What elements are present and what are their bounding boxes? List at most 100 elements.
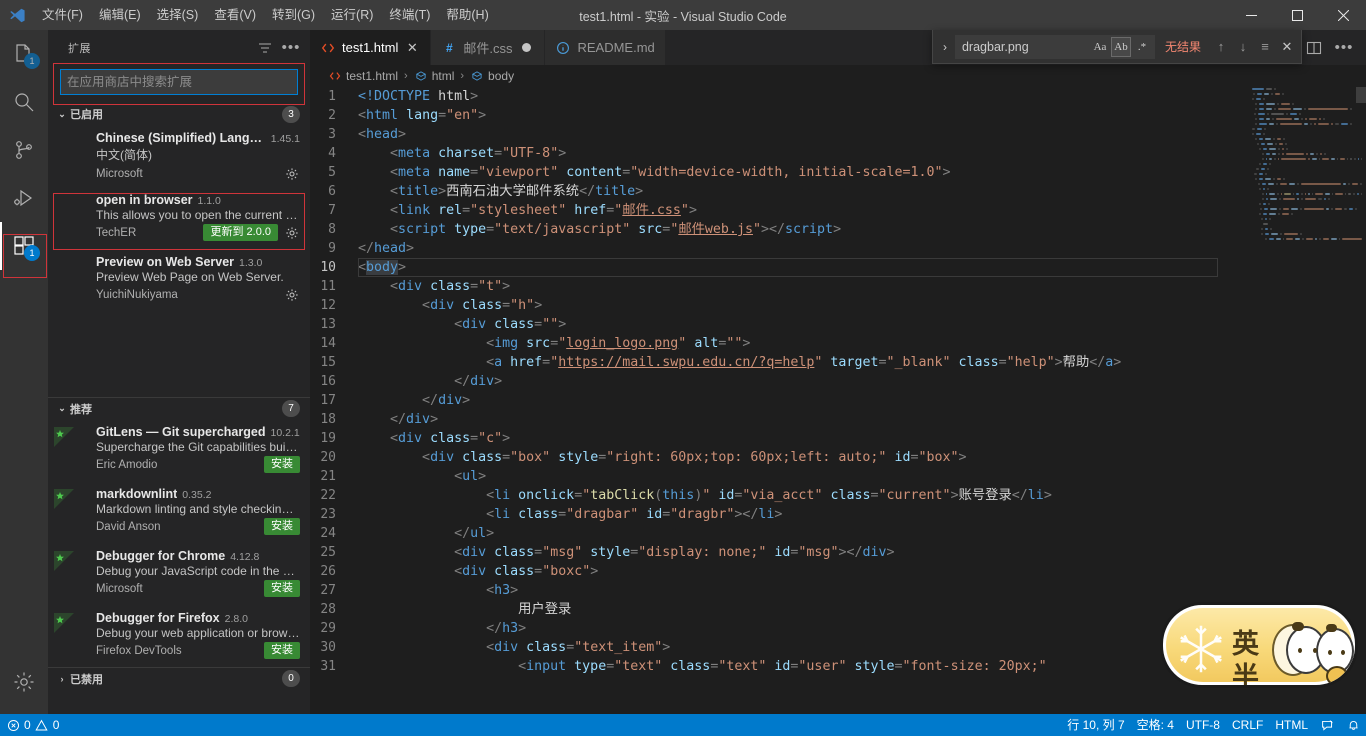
code-line[interactable]: 31 <input type="text" class="text" id="u… — [310, 657, 1246, 676]
code-line[interactable]: 18 </div> — [310, 410, 1246, 429]
extension-item[interactable]: Debugger for Chrome 4.12.8 Debug your Ja… — [48, 543, 310, 605]
minimize-icon[interactable] — [1228, 0, 1274, 30]
extension-item[interactable]: Debugger for Firefox 2.8.0 Debug your we… — [48, 605, 310, 667]
code-line[interactable]: 2 <html lang="en"> — [310, 106, 1246, 125]
code-line[interactable]: 24 </ul> — [310, 524, 1246, 543]
code-line[interactable]: 6 <title>西南石油大学邮件系统</title> — [310, 182, 1246, 201]
code-line[interactable]: 3 <head> — [310, 125, 1246, 144]
extensions-list[interactable]: ⌄ 已启用 3 Chinese (Simplified) Languag... … — [48, 103, 310, 714]
code-line[interactable]: 19 <div class="c"> — [310, 429, 1246, 448]
extension-item[interactable]: Chinese (Simplified) Languag... 1.45.1 中… — [48, 125, 310, 187]
code-line[interactable]: 15 <a href="https://mail.swpu.edu.cn/?q=… — [310, 353, 1246, 372]
code-lines[interactable]: 1 <!DOCTYPE html> 2 <html lang="en"> 3 <head>… — [310, 87, 1246, 676]
activity-item-manage[interactable] — [0, 658, 48, 706]
status-editor-language[interactable]: HTML — [1269, 714, 1314, 736]
code-line[interactable]: 27 <h3> — [310, 581, 1246, 600]
status-send-feedback[interactable] — [1314, 714, 1340, 736]
activity-item-extensions[interactable]: 1 — [0, 222, 48, 270]
search-input[interactable] — [60, 69, 298, 95]
code-line[interactable]: 29 </h3> — [310, 619, 1246, 638]
activity-item-search[interactable] — [0, 78, 48, 126]
split-editor-icon[interactable] — [1300, 34, 1328, 62]
find-input-box[interactable]: Aa Ab .* — [954, 34, 1155, 59]
code-line[interactable]: 22 <li onclick="tabClick(this)" id="via_… — [310, 486, 1246, 505]
close-icon[interactable]: ✕ — [404, 40, 420, 56]
menu-go[interactable]: 转到(G) — [264, 0, 323, 30]
tab-readme-md[interactable]: README.md — [545, 30, 666, 65]
menu-selection[interactable]: 选择(S) — [149, 0, 207, 30]
code-line[interactable]: 12 <div class="h"> — [310, 296, 1246, 315]
breadcrumb-symbol-html[interactable]: html — [414, 69, 454, 83]
code-line[interactable]: 20 <div class="box" style="right: 60px;t… — [310, 448, 1246, 467]
extension-gear-icon[interactable] — [284, 287, 300, 303]
ime-width-char[interactable]: 半 — [1232, 655, 1259, 685]
status-editor-indentation[interactable]: 空格: 4 — [1131, 714, 1180, 736]
status-editor-encoding[interactable]: UTF-8 — [1180, 714, 1226, 736]
extension-install-button[interactable]: 安装 — [264, 642, 300, 659]
code-line[interactable]: 8 <script type="text/javascript" src="邮件… — [310, 220, 1246, 239]
filter-icon[interactable] — [254, 37, 276, 59]
ellipsis-icon[interactable]: ••• — [280, 37, 302, 59]
match-case-icon[interactable]: Aa — [1090, 37, 1110, 57]
code-line[interactable]: 9 </head> — [310, 239, 1246, 258]
activity-item-explorer[interactable]: 1 — [0, 30, 48, 78]
menu-run[interactable]: 运行(R) — [323, 0, 381, 30]
status-editor-eol[interactable]: CRLF — [1226, 714, 1269, 736]
extension-item[interactable]: open in browser 1.1.0 This allows you to… — [48, 187, 310, 249]
extension-install-button[interactable]: 安装 — [264, 580, 300, 597]
extension-gear-icon[interactable] — [284, 166, 300, 182]
section-header-disabled[interactable]: › 已禁用 0 — [48, 667, 310, 689]
extension-item[interactable]: Preview on Web Server 1.3.0 Preview Web … — [48, 249, 310, 311]
menu-terminal[interactable]: 终端(T) — [381, 0, 438, 30]
extension-gear-icon[interactable] — [284, 225, 300, 241]
menu-help[interactable]: 帮助(H) — [438, 0, 496, 30]
code-line[interactable]: 10 <body> — [310, 258, 1246, 277]
menu-bar[interactable]: 文件(F) 编辑(E) 选择(S) 查看(V) 转到(G) 运行(R) 终端(T… — [34, 0, 497, 30]
code-line[interactable]: 13 <div class=""> — [310, 315, 1246, 334]
code-line[interactable]: 23 <li class="dragbar" id="dragbr"></li> — [310, 505, 1246, 524]
activity-item-source-control[interactable] — [0, 126, 48, 174]
ime-status-bar[interactable]: 英 半 — [1160, 602, 1358, 688]
code-line[interactable]: 1 <!DOCTYPE html> — [310, 87, 1246, 106]
extension-install-button[interactable]: 安装 — [264, 518, 300, 535]
code-line[interactable]: 4 <meta charset="UTF-8"> — [310, 144, 1246, 163]
code-line[interactable]: 7 <link rel="stylesheet" href="邮件.css"> — [310, 201, 1246, 220]
code-line[interactable]: 26 <div class="boxc"> — [310, 562, 1246, 581]
close-find-icon[interactable]: ✕ — [1277, 37, 1297, 57]
menu-edit[interactable]: 编辑(E) — [91, 0, 149, 30]
use-regex-icon[interactable]: .* — [1132, 37, 1152, 57]
breadcrumb-symbol-body[interactable]: body — [470, 69, 514, 83]
tab-mail-css[interactable]: # 邮件.css — [431, 30, 546, 65]
next-match-icon[interactable]: ↓ — [1233, 37, 1253, 57]
code-line[interactable]: 17 </div> — [310, 391, 1246, 410]
find-input[interactable] — [961, 39, 1090, 54]
extension-item[interactable]: markdownlint 0.35.2 Markdown linting and… — [48, 481, 310, 543]
find-widget[interactable]: › Aa Ab .* 无结果 ↑ ↓ ≡ ✕ — [931, 30, 1302, 64]
status-problems[interactable]: 0 0 — [0, 714, 65, 736]
minimap-slider[interactable] — [1356, 87, 1366, 103]
ellipsis-icon[interactable]: ••• — [1330, 34, 1358, 62]
find-in-selection-icon[interactable]: ≡ — [1255, 37, 1275, 57]
extension-item[interactable]: GitLens — Git supercharged 10.2.1 Superc… — [48, 419, 310, 481]
previous-match-icon[interactable]: ↑ — [1211, 37, 1231, 57]
code-line[interactable]: 28 用户登录 — [310, 600, 1246, 619]
extension-install-button[interactable]: 安装 — [264, 456, 300, 473]
code-line[interactable]: 16 </div> — [310, 372, 1246, 391]
status-editor-position[interactable]: 行 10, 列 7 — [1061, 714, 1130, 736]
breadcrumb-file[interactable]: test1.html — [328, 69, 398, 83]
code-line[interactable]: 21 <ul> — [310, 467, 1246, 486]
tab-test1-html[interactable]: test1.html ✕ — [310, 30, 432, 65]
close-icon[interactable] — [1320, 0, 1366, 30]
code-line[interactable]: 14 <img src="login_logo.png" alt=""> — [310, 334, 1246, 353]
section-header-enabled[interactable]: ⌄ 已启用 3 — [48, 103, 310, 125]
menu-view[interactable]: 查看(V) — [206, 0, 264, 30]
section-header-recommended[interactable]: ⌄ 推荐 7 — [48, 397, 310, 419]
code-scroll-area[interactable]: 1 <!DOCTYPE html> 2 <html lang="en"> 3 <head>… — [310, 87, 1246, 714]
extension-update-button[interactable]: 更新到 2.0.0 — [203, 224, 278, 241]
code-line[interactable]: 30 <div class="text_item"> — [310, 638, 1246, 657]
code-line[interactable]: 5 <meta name="viewport" content="width=d… — [310, 163, 1246, 182]
match-whole-word-icon[interactable]: Ab — [1110, 36, 1131, 57]
toggle-replace-icon[interactable]: › — [935, 33, 955, 61]
maximize-icon[interactable] — [1274, 0, 1320, 30]
dirty-indicator-icon[interactable] — [518, 40, 534, 56]
